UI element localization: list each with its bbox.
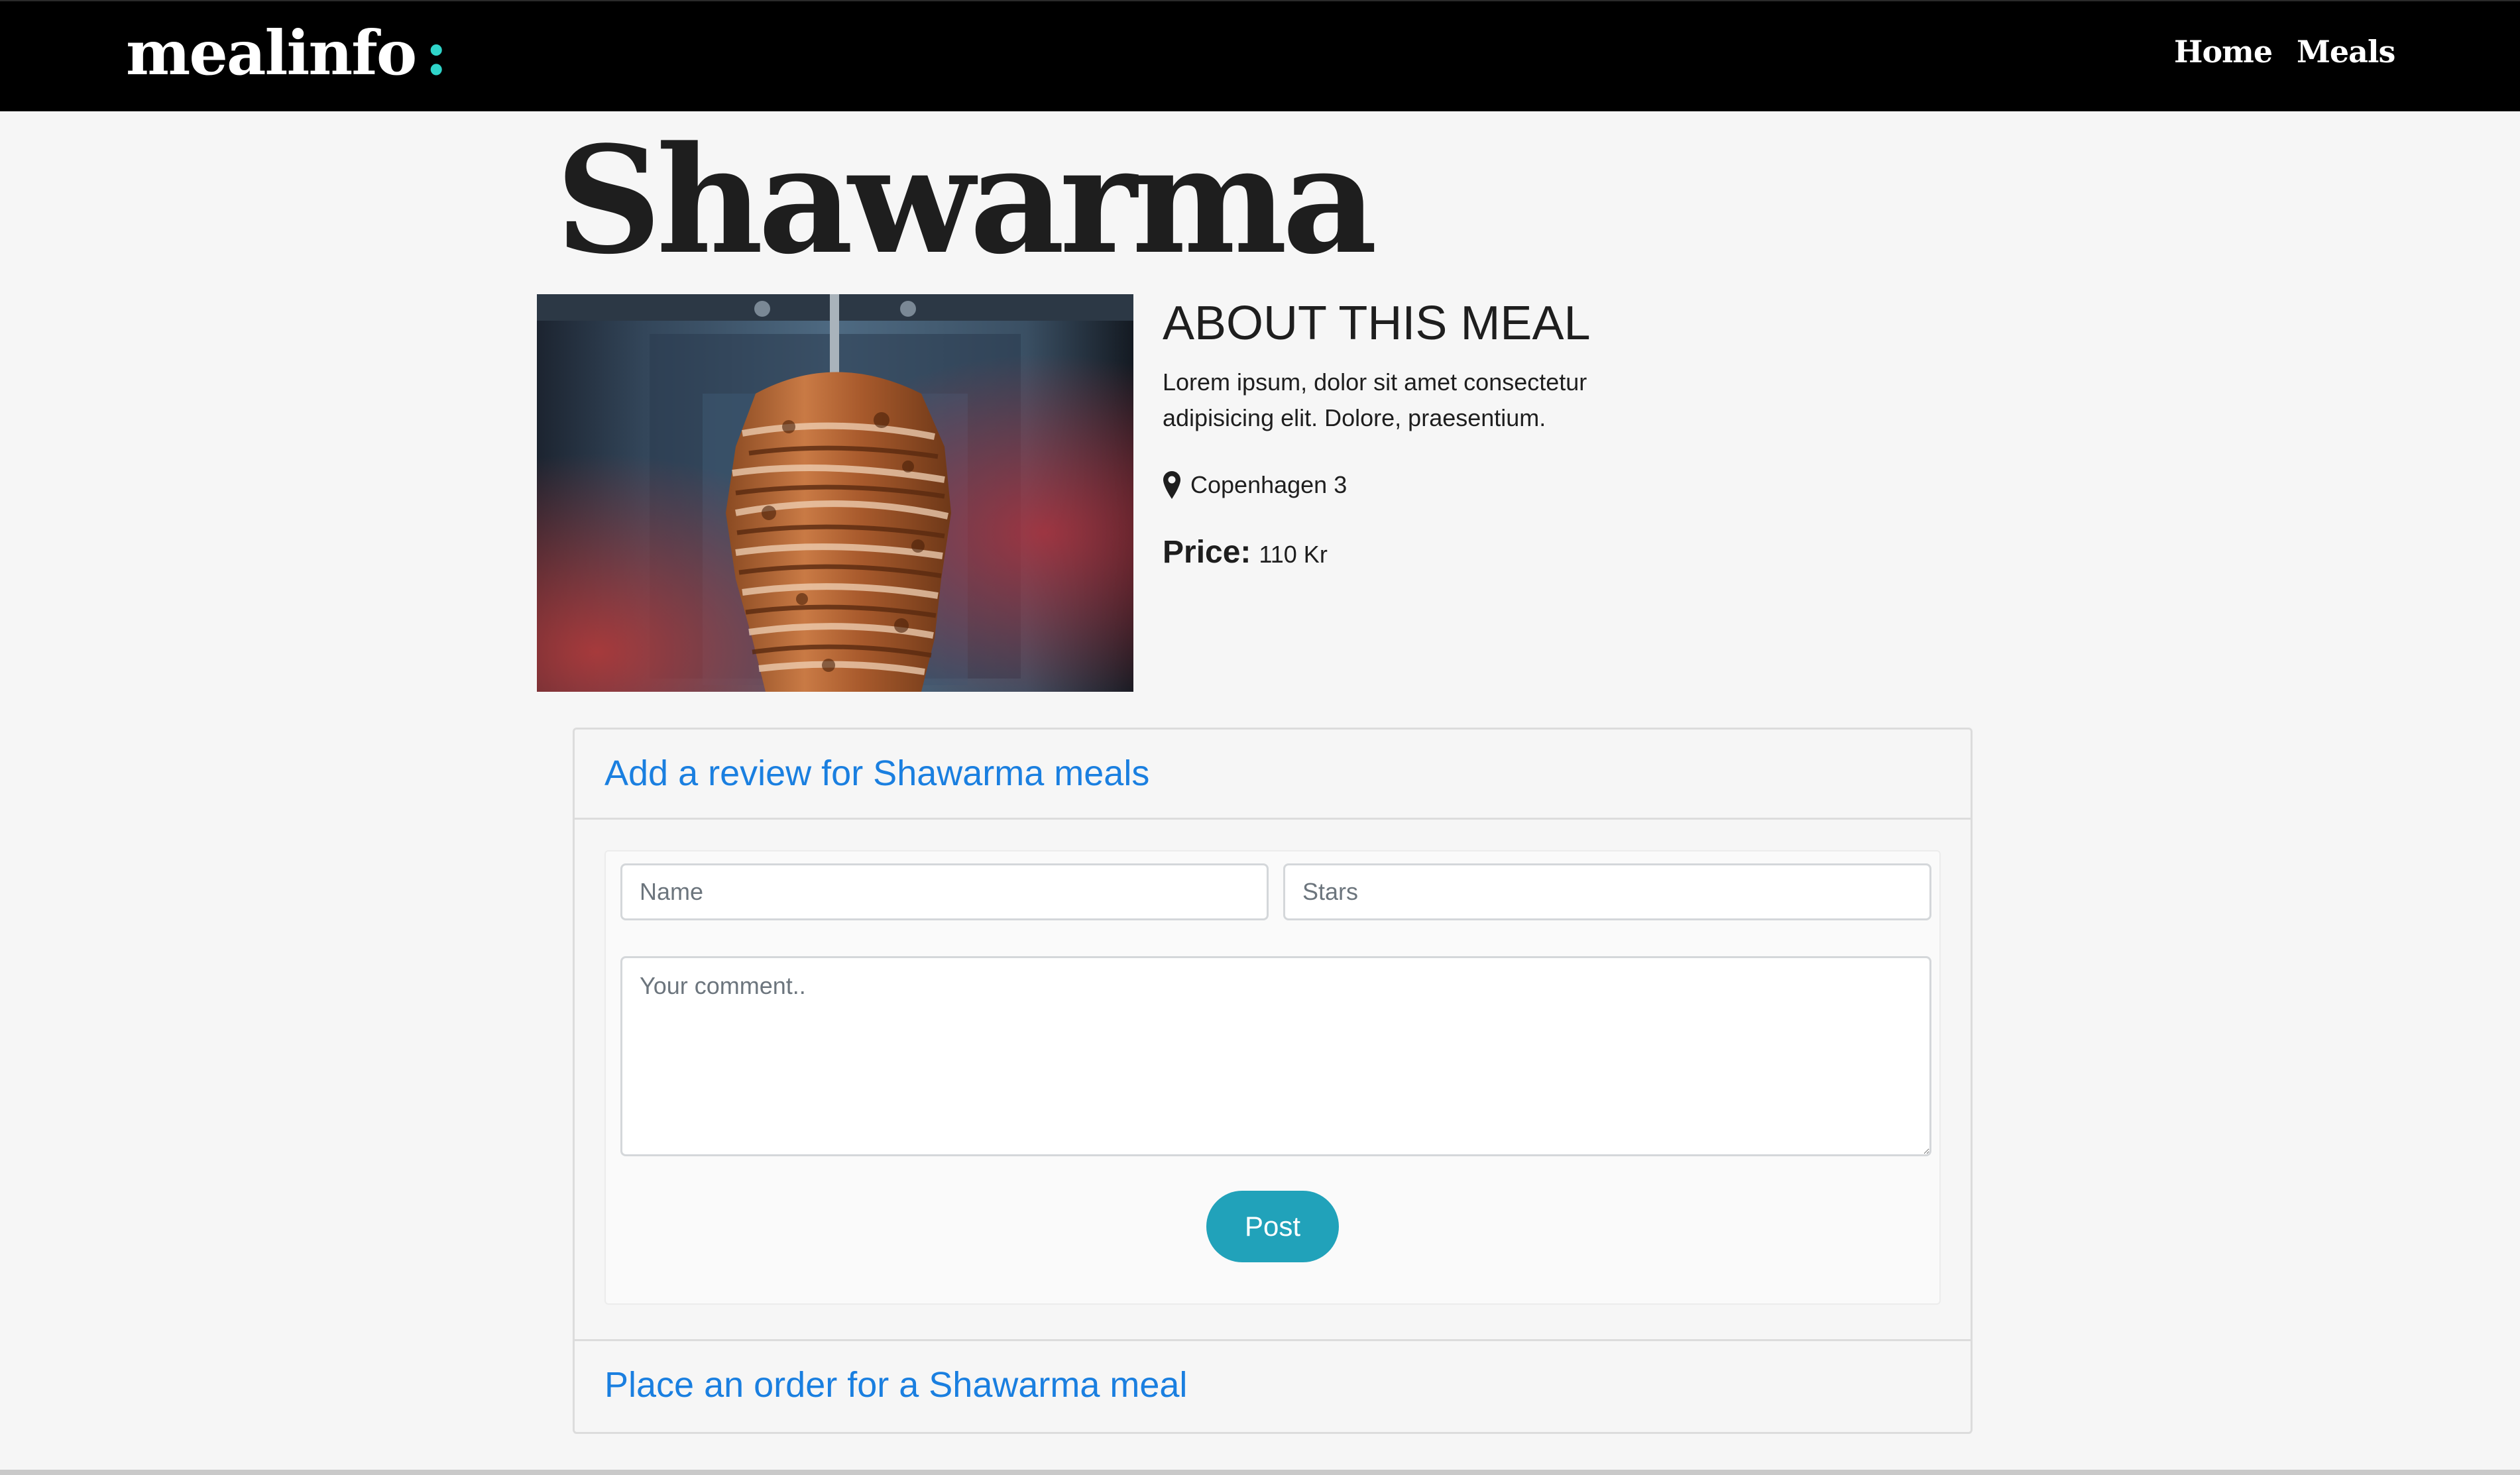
brand-name: mealinfo (126, 17, 417, 89)
meal-accordion: Add a review for Shawarma meals Post Pla… (573, 728, 1973, 1434)
navbar: mealinfo: Home Meals (0, 0, 2520, 111)
about-heading: ABOUT THIS MEAL (1163, 297, 1591, 350)
order-header-title[interactable]: Place an order for a Shawarma meal (604, 1360, 1187, 1410)
order-accordion-header[interactable]: Place an order for a Shawarma meal (575, 1339, 1971, 1429)
stars-input[interactable] (1283, 863, 1931, 920)
price-label: Price: (1163, 535, 1251, 570)
meal-description: Lorem ipsum, dolor sit amet consectetur … (1163, 368, 1587, 431)
name-input[interactable] (620, 863, 1269, 920)
nav-link-home[interactable]: Home (2174, 30, 2273, 73)
review-form-panel: Post (575, 820, 1971, 1339)
comment-textarea[interactable] (620, 956, 1931, 1156)
review-header-title[interactable]: Add a review for Shawarma meals (604, 748, 1149, 798)
brand-logo[interactable]: mealinfo: (126, 13, 447, 93)
review-form: Post (604, 850, 1941, 1305)
post-button[interactable]: Post (1206, 1191, 1339, 1262)
nav-link-meals[interactable]: Meals (2297, 30, 2395, 73)
page-bottom-divider (0, 1470, 2520, 1475)
price-value: 110 Kr (1259, 541, 1328, 568)
brand-colon: : (425, 17, 447, 89)
map-marker-icon (1163, 470, 1181, 500)
meal-image (537, 294, 1133, 692)
page-title: Shawarma (555, 115, 1377, 287)
meal-location: Copenhagen 3 (1163, 465, 1347, 505)
review-accordion-header[interactable]: Add a review for Shawarma meals (575, 730, 1971, 820)
location-text: Copenhagen 3 (1190, 471, 1347, 498)
meal-price: Price: 110 Kr (1163, 534, 1328, 580)
